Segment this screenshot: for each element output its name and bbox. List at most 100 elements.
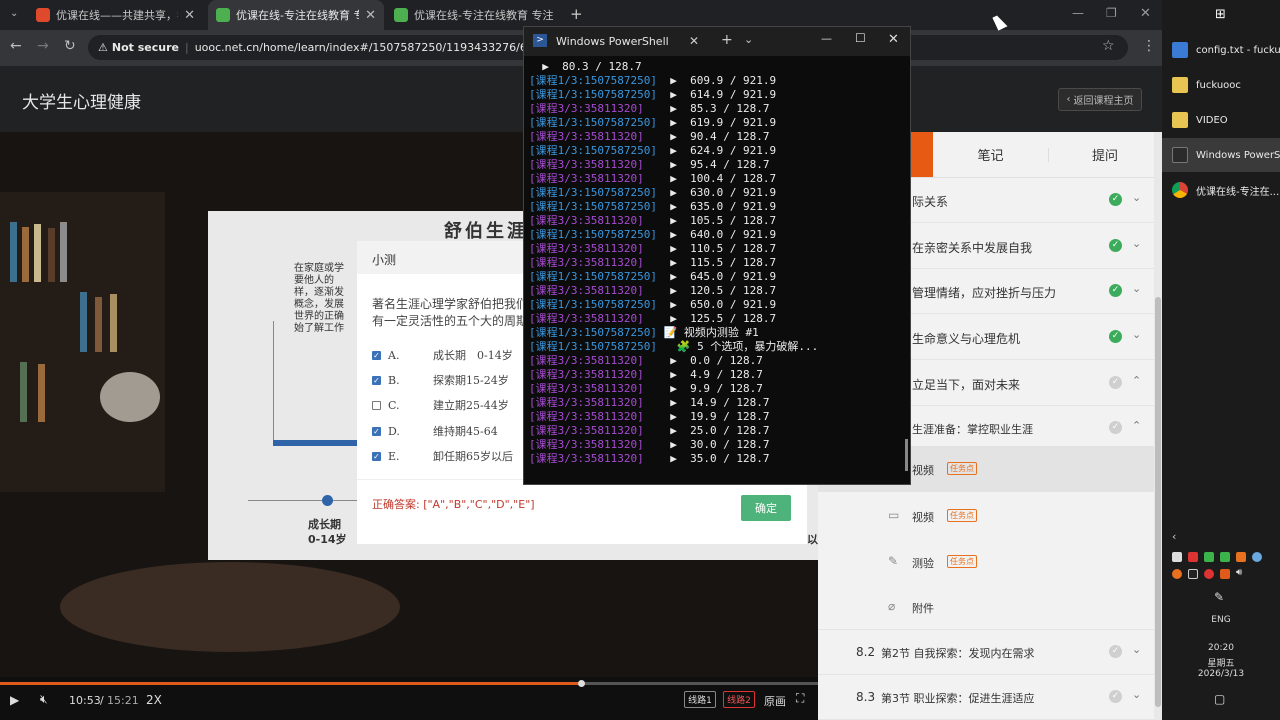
maximize-icon[interactable]: ☐: [855, 31, 866, 45]
video-progress-handle[interactable]: [577, 680, 585, 687]
chevron-down-icon[interactable]: ⌄: [1132, 688, 1141, 701]
back-icon[interactable]: ←: [10, 38, 22, 54]
volume-icon[interactable]: 🔊︎: [1236, 567, 1242, 578]
tray-icon[interactable]: [1204, 569, 1214, 579]
back-to-course-button[interactable]: ‹ 返回课程主页: [1058, 88, 1142, 111]
terminal-scrollbar[interactable]: [905, 439, 908, 471]
new-tab-icon[interactable]: +: [570, 5, 583, 23]
close-tab-icon[interactable]: ✕: [184, 8, 195, 23]
tray-icon[interactable]: [1220, 569, 1230, 579]
play-icon[interactable]: ▶: [10, 693, 19, 707]
chevron-down-icon[interactable]: ⌄: [1132, 643, 1141, 656]
clock-time[interactable]: 20:20: [1192, 643, 1250, 653]
book-decoration: [110, 294, 117, 352]
chevron-down-icon[interactable]: ⌄: [1132, 191, 1141, 204]
taskbar-item-editor[interactable]: config.txt - fuckuo...: [1162, 33, 1280, 67]
tray-icon[interactable]: [1188, 569, 1198, 579]
checkbox[interactable]: ✓: [372, 426, 381, 436]
speed-button[interactable]: 2X: [146, 693, 162, 707]
chevron-down-icon[interactable]: ⌄: [1132, 328, 1141, 341]
tab-questions[interactable]: 提问: [1050, 132, 1160, 177]
mute-icon[interactable]: 🔇︎: [40, 692, 48, 707]
powershell-output[interactable]: ▶ 80.3 / 128.7 [课程1/3:1507587250] ▶ 609.9…: [529, 60, 904, 470]
bookmark-star-icon[interactable]: ☆: [1102, 38, 1115, 54]
close-tab-icon[interactable]: ✕: [365, 8, 376, 23]
quiz-option-a[interactable]: ✓ A. 成长期 0-14岁: [372, 347, 513, 363]
reload-icon[interactable]: ↻: [64, 38, 76, 54]
quiz-option-e[interactable]: ✓ E. 卸任期65岁以后: [372, 448, 513, 464]
tray-icon[interactable]: [1236, 552, 1246, 562]
restore-icon[interactable]: ❐: [1106, 6, 1117, 20]
tray-icon[interactable]: [1204, 552, 1214, 562]
minimize-icon[interactable]: —: [821, 32, 832, 45]
panel-scrollbar[interactable]: [1154, 132, 1162, 720]
menu-icon[interactable]: ⋮: [1142, 38, 1156, 54]
terminal-line-text: ▶ 4.9 / 128.7: [643, 368, 763, 381]
new-tab-icon[interactable]: +: [721, 32, 733, 48]
line1-button[interactable]: 线路1: [684, 691, 716, 708]
powershell-window: > Windows PowerShell ✕ + ⌄ — ☐ ✕ ▶ 80.3 …: [523, 26, 911, 485]
tray-icon[interactable]: [1172, 569, 1182, 579]
section-title: 第3节 职业探索：促进生涯适应: [881, 692, 1035, 705]
pen-icon[interactable]: ✎: [1214, 590, 1224, 604]
terminal-line-tag: [课程3/3:35811320]: [529, 396, 644, 409]
task-badge: 任务点: [947, 555, 977, 568]
quiz-option-b[interactable]: ✓ B. 探索期15-24岁: [372, 372, 509, 388]
line2-button[interactable]: 线路2: [723, 691, 755, 708]
minimize-icon[interactable]: —: [1072, 6, 1084, 20]
tray-icon[interactable]: [1252, 552, 1262, 562]
forward-icon[interactable]: →: [37, 38, 49, 54]
section-item[interactable]: 8.2 第2节 自我探索：发现内在需求 ✓ ⌄: [818, 630, 1154, 675]
video-progress-bar[interactable]: [0, 680, 818, 687]
quiz-option-c[interactable]: C. 建立期25-44岁: [372, 397, 509, 413]
terminal-line: [课程3/3:35811320] ▶ 25.0 / 128.7: [529, 424, 904, 438]
quiz-option-d[interactable]: ✓ D. 维持期45-64: [372, 423, 498, 439]
clock-date[interactable]: 2026/3/13: [1192, 669, 1250, 679]
close-window-icon[interactable]: ✕: [888, 32, 899, 47]
terminal-line-tag: [课程3/3:35811320]: [529, 102, 644, 115]
windows-start-icon[interactable]: ⊞: [1215, 7, 1226, 22]
taskbar-label: fuckuooc: [1196, 79, 1241, 91]
browser-tab-2[interactable]: 优课在线-专注在线教育 专注高 ✕: [208, 0, 384, 30]
taskbar-item-folder[interactable]: VIDEO: [1162, 103, 1280, 137]
chevron-up-icon[interactable]: ⌃: [1132, 419, 1141, 432]
scrollbar-thumb[interactable]: [1155, 297, 1161, 707]
quality-button[interactable]: 原画: [764, 693, 786, 709]
chevron-down-icon[interactable]: ⌄: [1132, 282, 1141, 295]
taskbar-item-chrome[interactable]: 优课在线-专注在...: [1162, 173, 1280, 207]
language-indicator[interactable]: ENG: [1200, 615, 1242, 625]
fullscreen-icon[interactable]: ⛶: [796, 691, 804, 706]
checkbox[interactable]: [372, 400, 381, 410]
checkbox[interactable]: ✓: [372, 350, 381, 360]
tray-expand-icon[interactable]: ‹: [1172, 530, 1176, 543]
lesson-item[interactable]: ▭ 视频 任务点: [818, 493, 1154, 539]
notification-icon[interactable]: ▢: [1214, 692, 1225, 706]
tray-icon[interactable]: [1188, 552, 1198, 562]
tray-icons[interactable]: 🔊︎: [1172, 550, 1270, 584]
terminal-line-text: ▶ 35.0 / 128.7: [643, 452, 770, 465]
checkbox[interactable]: ✓: [372, 451, 381, 461]
tab-notes[interactable]: 笔记: [938, 132, 1043, 177]
attachment-icon: ⌀: [888, 599, 896, 613]
terminal-line-tag: [课程3/3:35811320]: [529, 354, 644, 367]
chevron-down-icon[interactable]: ⌄: [744, 33, 753, 46]
browser-tab-1[interactable]: 优课在线——共建共享，学分互认 ✕: [28, 0, 203, 30]
checkbox[interactable]: ✓: [372, 375, 381, 385]
tab-search-icon[interactable]: ⌄: [10, 8, 18, 19]
lesson-item[interactable]: ⌀ 附件: [818, 584, 1154, 630]
close-window-icon[interactable]: ✕: [1140, 6, 1151, 21]
taskbar-item-powershell[interactable]: Windows PowerShell: [1162, 138, 1280, 172]
tray-icon[interactable]: [1220, 552, 1230, 562]
terminal-line-text: ▶ 30.0 / 128.7: [643, 438, 770, 451]
quiz-icon: ✎: [888, 554, 899, 568]
taskbar-item-folder[interactable]: fuckuooc: [1162, 68, 1280, 102]
tray-icon[interactable]: [1172, 552, 1182, 562]
chevron-down-icon[interactable]: ⌄: [1132, 237, 1141, 250]
clock-weekday[interactable]: 星期五: [1192, 656, 1250, 669]
section-item[interactable]: 8.3 第3节 职业探索：促进生涯适应 ✓ ⌄: [818, 675, 1154, 720]
chevron-up-icon[interactable]: ⌃: [1132, 374, 1141, 387]
close-tab-icon[interactable]: ✕: [689, 34, 699, 48]
lesson-label: 视频: [912, 511, 934, 524]
lesson-item[interactable]: ✎ 测验 任务点: [818, 539, 1154, 585]
confirm-button[interactable]: 确定: [741, 495, 791, 521]
